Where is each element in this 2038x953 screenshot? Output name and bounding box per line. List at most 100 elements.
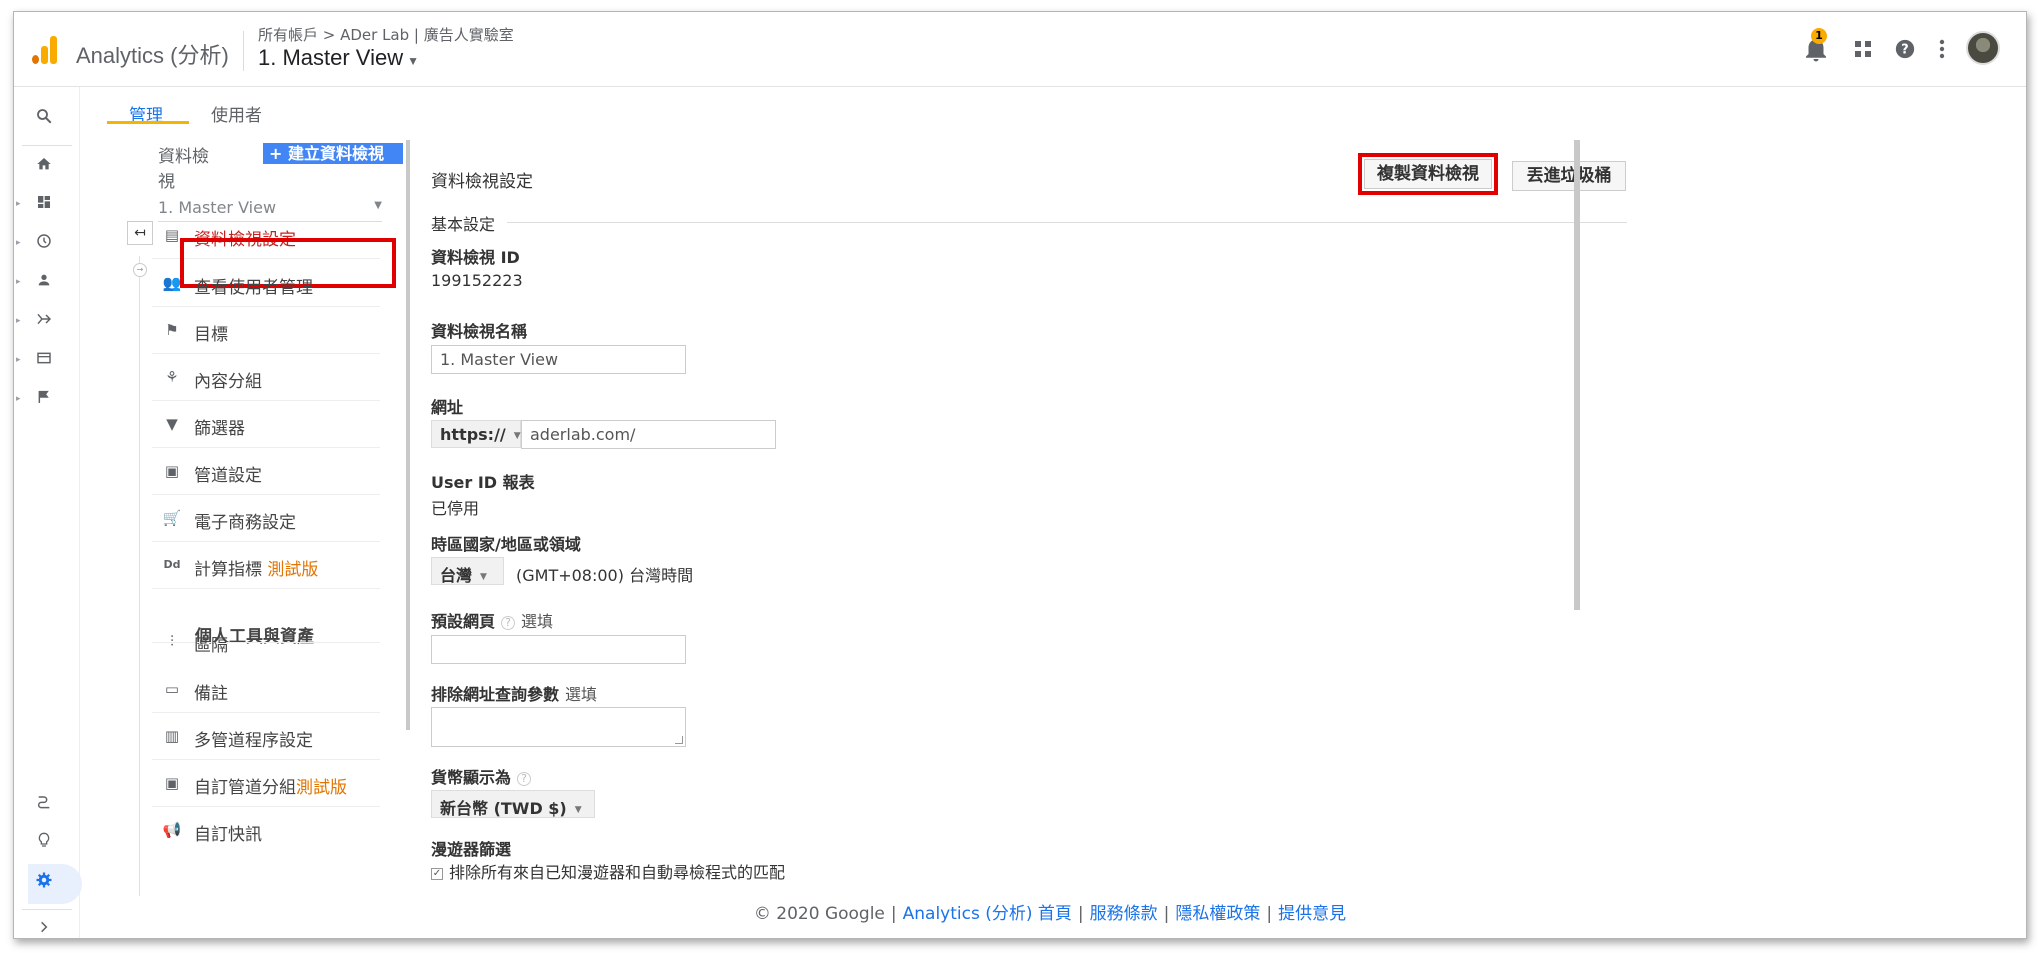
default-page-label-text: 預設網頁 [431,612,496,631]
caret-down-icon: ▼ [480,571,487,582]
home-icon[interactable] [32,155,56,179]
create-view-button[interactable]: + 建立資料檢視 [263,143,403,164]
analytics-logo-icon [32,34,58,64]
url-input[interactable]: aderlab.com/ [521,420,776,449]
default-page-input[interactable] [431,635,686,664]
expand-arrow-icon[interactable]: ▸ [16,316,21,326]
search-icon[interactable] [32,107,56,131]
footer-link-terms[interactable]: 服務條款 [1090,904,1158,924]
view-selector[interactable]: 1. Master View ▼ [258,45,419,71]
attribution-icon[interactable] [32,792,56,816]
breadcrumb[interactable]: 所有帳戶 > ADer Lab | 廣告人實驗室 [258,24,514,45]
userid-report-label: User ID 報表 [431,473,535,492]
divider [22,145,72,146]
url-label: 網址 [431,398,464,417]
menu-label: 電子商務設定 [194,513,296,533]
menu-mcf-settings[interactable]: ▥ 多管道程序設定 [152,713,380,760]
tab-user[interactable]: 使用者 [211,101,262,126]
view-name-label: 資料檢視名稱 [431,322,528,341]
exclude-params-textarea[interactable] [431,707,686,747]
tab-underline [107,121,189,124]
caret-down-icon: ▼ [374,200,382,211]
expand-arrow-icon[interactable]: ▸ [16,277,21,287]
tree-line [139,256,140,896]
view-selector-label: 1. Master View [258,45,404,70]
menu-annotations[interactable]: ▭ 備註 [152,666,380,713]
app-title: Analytics (分析) [76,43,229,68]
browser-frame: Analytics (分析) 所有帳戶 > ADer Lab | 廣告人實驗室 … [13,11,2027,939]
menu-ecommerce-settings[interactable]: 🛒 電子商務設定 [152,495,380,542]
behavior-icon[interactable] [32,349,56,373]
gear-icon[interactable] [32,871,56,895]
scrollbar[interactable] [1574,140,1580,610]
exclude-params-label: 排除網址查詢參數 選填 [431,681,597,705]
annotation-icon: ▭ [164,680,180,698]
footer-link-home[interactable]: Analytics (分析) 首頁 [903,904,1072,924]
menu-label: 篩選器 [194,419,245,439]
menu-custom-alerts[interactable]: 📢 自訂快訊 [152,807,380,854]
menu-label: 自訂管道分組測試版 [194,773,347,798]
view-id-value: 199152223 [431,271,523,290]
dashboard-icon[interactable] [32,193,56,217]
segments-icon: ⫶ [170,632,174,650]
channel-grouping-icon: ▣ [164,774,180,792]
menu-label-text: 計算指標 [194,560,262,580]
expand-arrow-icon[interactable]: ▸ [16,394,21,404]
menu-label: 內容分組 [194,372,262,392]
expand-arrow-icon[interactable]: ▸ [16,199,21,209]
menu-user-management[interactable]: 👥 查看使用者管理 [152,260,380,307]
apps-grid-icon[interactable] [1854,40,1872,58]
person-icon[interactable] [32,271,56,295]
caret-down-icon: ▼ [513,430,521,441]
exclude-params-label-text: 排除網址查詢參數 [431,685,560,704]
currency-label: 貨幣顯示為? [431,764,532,788]
help-icon[interactable]: ? [501,615,516,630]
view-name-input[interactable]: 1. Master View [431,345,686,374]
lightbulb-icon[interactable] [32,831,56,855]
back-arrow-icon[interactable]: ↤ [127,221,153,245]
menu-goals[interactable]: ⚑ 目標 [152,307,380,354]
bar-chart-icon: ▥ [164,727,180,745]
footer-link-privacy[interactable]: 隱私權政策 [1175,904,1260,924]
more-vert-icon[interactable] [1938,38,1946,60]
menu-segments[interactable]: ⫶ 區隔 [152,596,380,656]
timezone-value[interactable]: (GMT+08:00) 台灣時間 [516,562,693,586]
menu-custom-channel-grouping[interactable]: ▣ 自訂管道分組測試版 [152,760,380,807]
currency-value: 新台幣 (TWD $) [440,799,567,818]
clock-icon[interactable] [32,232,56,256]
acquisition-icon[interactable] [32,310,56,334]
expand-arrow-icon[interactable]: ▸ [16,355,21,365]
protocol-value: https:// [440,425,506,444]
move-to-trash-button[interactable]: 丟進垃圾桶 [1512,161,1626,191]
menu-filters[interactable]: ▼ 篩選器 [152,401,380,448]
currency-select[interactable]: 新台幣 (TWD $) ▼ [431,790,595,818]
view-settings-panel: 資料檢視設定 複製資料檢視 丟進垃圾桶 基本設定 資料檢視 ID 1991522… [410,126,1627,896]
highlight-annotation [1358,153,1498,195]
bot-filtering-text: 排除所有來自已知漫遊器和自動尋檢程式的匹配 [449,863,786,882]
resize-handle-icon[interactable] [675,736,683,744]
avatar[interactable] [1966,31,2000,65]
menu-label: 區隔 [194,636,228,656]
currency-label-text: 貨幣顯示為 [431,768,512,787]
checkbox-checked-icon[interactable]: ✓ [431,867,443,880]
caret-down-icon: ▼ [574,804,582,815]
menu-channel-settings[interactable]: ▣ 管道設定 [152,448,380,495]
flag-icon[interactable] [32,388,56,412]
footer-link-feedback[interactable]: 提供意見 [1278,904,1346,924]
expand-arrow-icon[interactable]: ▸ [16,238,21,248]
menu-calculated-metrics[interactable]: Dd 計算指標 測試版 [152,542,380,589]
timezone-country-select[interactable]: 台灣 ▼ [431,557,504,585]
menu-content-grouping[interactable]: ⚘ 內容分組 [152,354,380,401]
help-icon[interactable]: ? [1894,38,1916,60]
bot-filtering-checkbox[interactable]: ✓ 排除所有來自已知漫遊器和自動尋檢程式的匹配 [431,859,785,883]
calculated-metric-icon: Dd [163,558,181,571]
protocol-select[interactable]: https:// ▼ [431,420,521,448]
cart-icon: 🛒 [162,509,182,527]
beta-tag: 測試版 [296,778,347,798]
admin-area: 資料檢視 + 建立資料檢視 1. Master View ▼ ↤ → ▤ 資料檢… [100,126,1627,896]
top-bar: Analytics (分析) 所有帳戶 > ADer Lab | 廣告人實驗室 … [14,12,2026,87]
help-icon[interactable]: ? [517,771,532,786]
menu-label: 查看使用者管理 [194,278,313,298]
caret-down-icon: ▼ [407,54,419,68]
channel-icon: ▣ [164,462,180,480]
